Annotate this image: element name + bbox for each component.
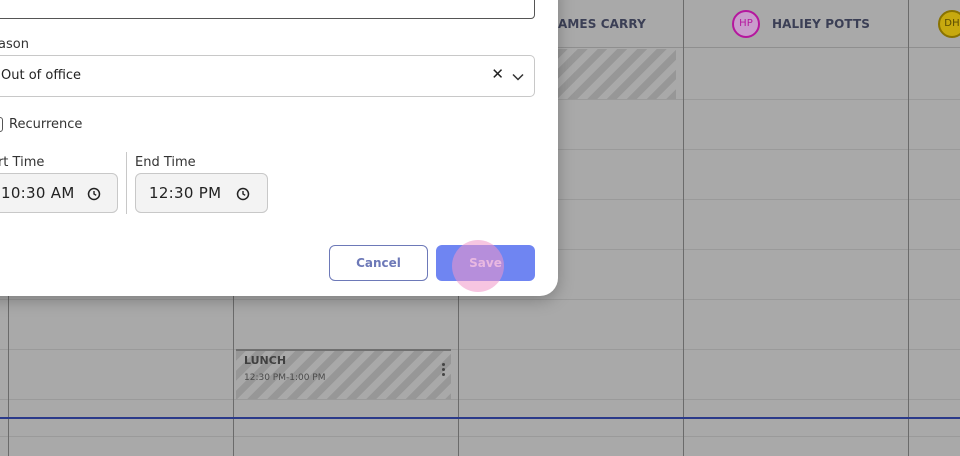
recurrence-label: Recurrence xyxy=(9,117,83,132)
column-header-haliey-potts: HP HALIEY POTTS xyxy=(732,0,870,47)
column-divider xyxy=(683,0,684,456)
time-divider xyxy=(126,152,127,214)
save-button[interactable]: Save xyxy=(436,245,535,281)
column-divider xyxy=(908,0,909,456)
title-input[interactable] xyxy=(0,0,535,19)
event-time: 12:30 PM-1:00 PM xyxy=(244,373,326,383)
end-time-input[interactable]: 12:30 PM xyxy=(135,173,268,213)
clear-icon[interactable]: ✕ xyxy=(491,67,504,82)
column-header-name: AMES CARRY xyxy=(558,16,646,31)
end-time-label: End Time xyxy=(135,155,196,170)
column-header-ames-carry: AMES CARRY xyxy=(558,0,646,47)
row-divider xyxy=(0,399,960,400)
column-header-dh: DH xyxy=(938,0,960,47)
start-time-label: art Time xyxy=(0,155,45,170)
avatar: HP xyxy=(732,9,760,38)
clock-icon[interactable] xyxy=(87,186,101,205)
start-time-value: 10:30 AM xyxy=(1,184,75,202)
current-time-line xyxy=(0,417,960,419)
cancel-button[interactable]: Cancel xyxy=(329,245,428,281)
row-divider xyxy=(0,349,960,350)
clock-icon[interactable] xyxy=(236,186,250,205)
chevron-down-icon[interactable] xyxy=(511,69,525,88)
time-off-dialog: eason Out of office ✕ Recurrence art Tim… xyxy=(0,0,558,296)
row-divider xyxy=(0,436,960,437)
event-card-lunch[interactable]: LUNCH 12:30 PM-1:00 PM xyxy=(236,349,451,399)
reason-select[interactable]: Out of office ✕ xyxy=(0,55,535,97)
avatar: DH xyxy=(938,9,960,38)
event-title: LUNCH xyxy=(244,354,287,367)
end-time-value: 12:30 PM xyxy=(149,184,222,202)
reason-select-value: Out of office xyxy=(1,68,82,83)
column-header-name: HALIEY POTTS xyxy=(772,16,870,31)
reason-label: eason xyxy=(0,37,29,52)
recurrence-checkbox[interactable] xyxy=(0,117,3,132)
kebab-menu-icon[interactable] xyxy=(442,363,445,376)
row-divider xyxy=(0,299,960,300)
start-time-input[interactable]: 10:30 AM xyxy=(0,173,118,213)
